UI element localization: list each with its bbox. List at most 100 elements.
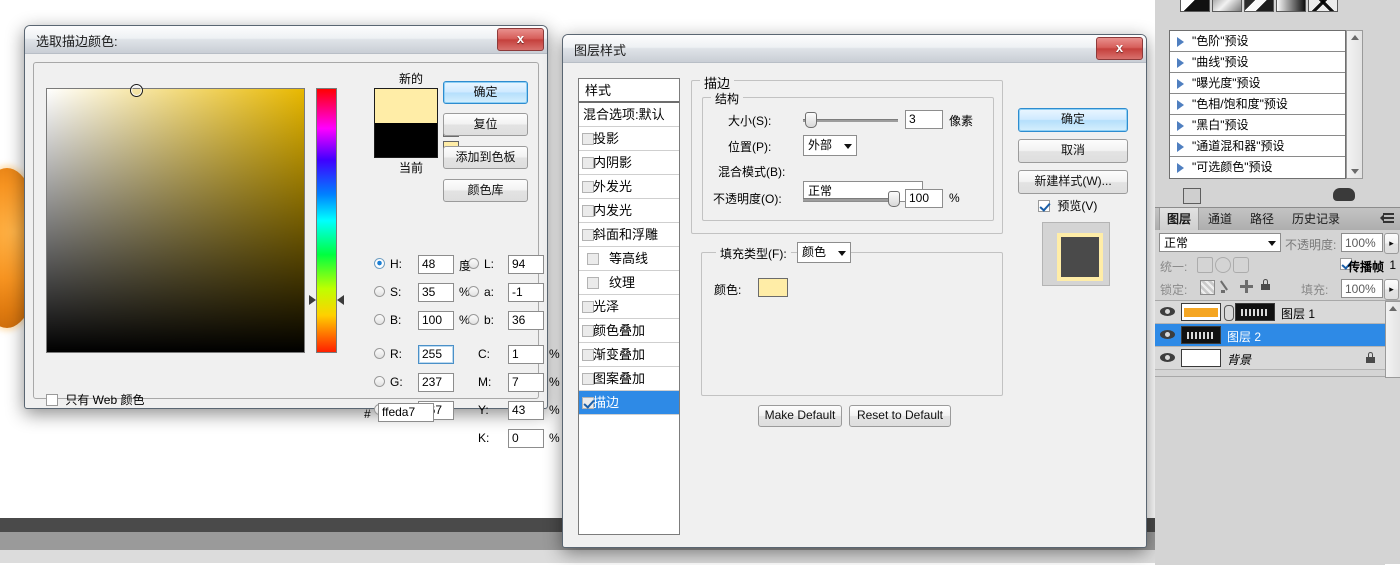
expand-triangle-icon[interactable] <box>1177 37 1184 47</box>
hex-input[interactable]: ffeda7 <box>378 403 434 422</box>
diagonal-light-gradient-thumbnail[interactable] <box>1212 0 1242 12</box>
style-list-item-2[interactable]: 内阴影 <box>579 151 679 175</box>
size-slider-track[interactable] <box>803 119 898 122</box>
size-slider-handle[interactable] <box>805 112 817 128</box>
close-icon[interactable]: x <box>497 28 544 51</box>
unify-visibility-icon[interactable] <box>1215 257 1231 273</box>
layer-style-titlebar[interactable]: 图层样式 x <box>563 35 1146 63</box>
checker-gradient-thumbnail[interactable] <box>1180 0 1210 12</box>
preset-row-0[interactable]: "色阶"预设 <box>1170 31 1345 52</box>
style-list-item-3[interactable]: 外发光 <box>579 175 679 199</box>
style-list-item-5[interactable]: 斜面和浮雕 <box>579 223 679 247</box>
style-list-item-4[interactable]: 内发光 <box>579 199 679 223</box>
color-picker-titlebar[interactable]: 选取描边颜色: x <box>25 26 547 54</box>
hsb-b-input[interactable]: 100 <box>418 311 454 330</box>
cmyk-k-input[interactable]: 0 <box>508 429 544 448</box>
lab-l-radio[interactable] <box>468 258 479 269</box>
preview-checkbox[interactable] <box>1038 200 1050 212</box>
preset-row-4[interactable]: "黑白"预设 <box>1170 115 1345 136</box>
new-style-button[interactable]: 新建样式(W)... <box>1018 170 1128 194</box>
web-colors-only-row[interactable]: 只有 Web 颜色 <box>46 393 140 410</box>
style-list-item-12[interactable]: 描边 <box>579 391 679 415</box>
layer-style-cancel-button[interactable]: 取消 <box>1018 139 1128 163</box>
style-list-item-1[interactable]: 投影 <box>579 127 679 151</box>
style-list-item-11[interactable]: 图案叠加 <box>579 367 679 391</box>
cmyk-c-input[interactable]: 1 <box>508 345 544 364</box>
sv-cursor-handle[interactable] <box>130 84 143 97</box>
expand-panel-icon[interactable] <box>1183 188 1201 204</box>
eye-icon[interactable] <box>1160 329 1175 340</box>
color-libraries-button[interactable]: 颜色库 <box>443 179 528 202</box>
lock-transparency-icon[interactable] <box>1200 280 1215 295</box>
preset-row-2[interactable]: "曝光度"预设 <box>1170 73 1345 94</box>
layer-list[interactable]: 图层 1图层 2背景 <box>1155 301 1385 370</box>
layer-thumbnail[interactable] <box>1181 303 1221 321</box>
scroll-up-icon[interactable] <box>1389 306 1397 311</box>
opacity-input[interactable]: 100 <box>905 189 943 208</box>
layer-row-2[interactable]: 背景 <box>1155 347 1385 370</box>
lab-b-radio[interactable] <box>468 314 479 325</box>
reset-to-default-button[interactable]: Reset to Default <box>849 405 951 427</box>
expand-triangle-icon[interactable] <box>1177 58 1184 68</box>
lock-image-pixels-icon[interactable] <box>1220 280 1233 293</box>
scroll-up-icon[interactable] <box>1351 35 1359 40</box>
style-list-item-7[interactable]: 纹理 <box>579 271 679 295</box>
expand-triangle-icon[interactable] <box>1177 142 1184 152</box>
x-cross-gradient-thumbnail[interactable] <box>1308 0 1338 12</box>
expand-triangle-icon[interactable] <box>1177 79 1184 89</box>
layer-opacity-input[interactable]: 100% <box>1341 233 1383 252</box>
adjustment-presets-list[interactable]: "色阶"预设"曲线"预设"曝光度"预设"色相/饱和度"预设"黑白"预设"通道混和… <box>1169 30 1346 179</box>
layer-blend-mode-select[interactable]: 正常 <box>1159 233 1281 252</box>
layer-thumbnail[interactable] <box>1181 349 1221 367</box>
lab-l-input[interactable]: 94 <box>508 255 544 274</box>
style-list-item-10[interactable]: 渐变叠加 <box>579 343 679 367</box>
tab-3[interactable]: 历史记录 <box>1285 208 1347 230</box>
preset-row-1[interactable]: "曲线"预设 <box>1170 52 1345 73</box>
rgb-r-radio[interactable] <box>374 348 385 359</box>
panel-menu-icon[interactable] <box>1380 213 1394 223</box>
layer-opacity-stepper[interactable]: ▸ <box>1384 233 1399 254</box>
style-checkbox-6[interactable] <box>587 253 599 265</box>
layer-effect-thumbnail[interactable] <box>1235 303 1275 321</box>
unify-position-icon[interactable] <box>1197 257 1213 273</box>
cmyk-m-input[interactable]: 7 <box>508 373 544 392</box>
saturation-value-field[interactable] <box>46 88 305 353</box>
lab-a-radio[interactable] <box>468 286 479 297</box>
layer-row-1[interactable]: 图层 2 <box>1155 324 1385 347</box>
color-picker-reset-button[interactable]: 复位 <box>443 113 528 136</box>
rgb-g-radio[interactable] <box>374 376 385 387</box>
layer-row-0[interactable]: 图层 1 <box>1155 301 1385 324</box>
fill-type-select[interactable]: 颜色 <box>797 242 851 263</box>
rgb-r-input[interactable]: 255 <box>418 345 454 364</box>
expand-triangle-icon[interactable] <box>1177 163 1184 173</box>
hsb-h-input[interactable]: 48 <box>418 255 454 274</box>
styles-list[interactable]: 混合选项:默认投影内阴影外发光内发光斜面和浮雕等高线纹理光泽颜色叠加渐变叠加图案… <box>579 103 679 534</box>
expand-triangle-icon[interactable] <box>1177 121 1184 131</box>
hsb-s-input[interactable]: 35 <box>418 283 454 302</box>
layer-fill-input[interactable]: 100% <box>1341 279 1383 298</box>
scroll-down-icon[interactable] <box>1351 169 1359 174</box>
style-checkbox-7[interactable] <box>587 277 599 289</box>
camera-icon[interactable] <box>1333 188 1355 201</box>
style-list-item-6[interactable]: 等高线 <box>579 247 679 271</box>
tab-0[interactable]: 图层 <box>1159 208 1199 230</box>
style-list-item-8[interactable]: 光泽 <box>579 295 679 319</box>
unify-style-icon[interactable] <box>1233 257 1249 273</box>
presets-scrollbar[interactable] <box>1346 30 1363 179</box>
eye-icon[interactable] <box>1160 306 1175 317</box>
preset-row-6[interactable]: "可选颜色"预设 <box>1170 157 1345 178</box>
lab-b-input[interactable]: 36 <box>508 311 544 330</box>
style-list-item-0[interactable]: 混合选项:默认 <box>579 103 679 127</box>
layer-style-ok-button[interactable]: 确定 <box>1018 108 1128 132</box>
size-input[interactable]: 3 <box>905 110 943 129</box>
linear-black-white-gradient-thumbnail[interactable] <box>1276 0 1306 12</box>
position-select[interactable]: 外部 <box>803 135 857 156</box>
hue-slider-handle-left[interactable] <box>309 295 316 305</box>
link-icon[interactable] <box>1224 305 1234 321</box>
stroke-color-swatch[interactable] <box>758 278 788 297</box>
preview-checkbox-row[interactable]: 预览(V) <box>1038 199 1093 216</box>
lock-all-icon[interactable] <box>1261 279 1270 290</box>
new-color-swatch[interactable] <box>375 89 437 123</box>
add-to-swatches-button[interactable]: 添加到色板 <box>443 146 528 169</box>
tab-1[interactable]: 通道 <box>1201 208 1239 230</box>
